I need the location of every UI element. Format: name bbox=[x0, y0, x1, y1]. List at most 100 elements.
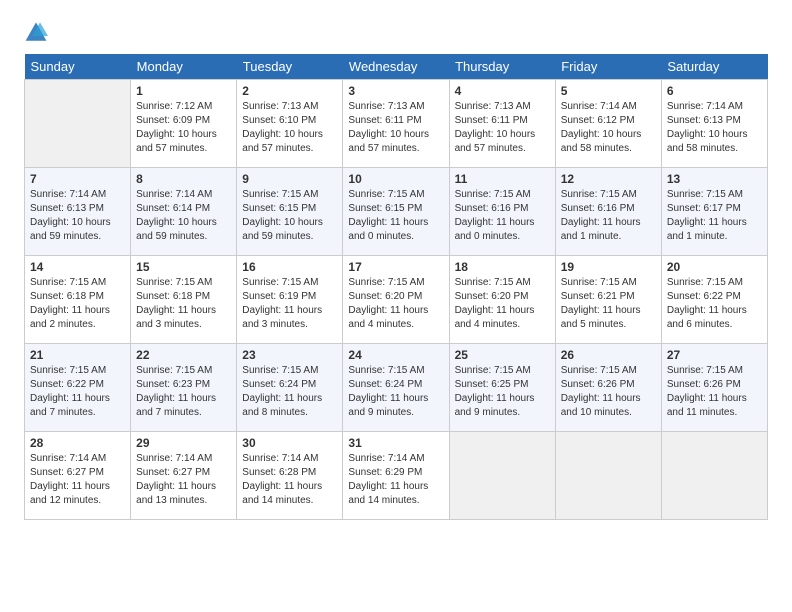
calendar-cell: 20 Sunrise: 7:15 AMSunset: 6:22 PMDayligh… bbox=[661, 256, 767, 344]
calendar-week-row: 28 Sunrise: 7:14 AMSunset: 6:27 PMDayligh… bbox=[25, 432, 768, 520]
calendar-cell: 21 Sunrise: 7:15 AMSunset: 6:22 PMDayligh… bbox=[25, 344, 131, 432]
calendar-cell: 26 Sunrise: 7:15 AMSunset: 6:26 PMDayligh… bbox=[555, 344, 661, 432]
day-number: 26 bbox=[561, 348, 656, 362]
calendar-cell: 11 Sunrise: 7:15 AMSunset: 6:16 PMDayligh… bbox=[449, 168, 555, 256]
day-info: Sunrise: 7:14 AMSunset: 6:29 PMDaylight:… bbox=[348, 452, 443, 508]
calendar-table: SundayMondayTuesdayWednesdayThursdayFrid… bbox=[24, 54, 768, 520]
weekday-header: Tuesday bbox=[237, 54, 343, 80]
weekday-header: Sunday bbox=[25, 54, 131, 80]
day-number: 29 bbox=[136, 436, 231, 450]
calendar-cell: 18 Sunrise: 7:15 AMSunset: 6:20 PMDayligh… bbox=[449, 256, 555, 344]
day-number: 31 bbox=[348, 436, 443, 450]
weekday-header: Wednesday bbox=[343, 54, 449, 80]
calendar-cell: 10 Sunrise: 7:15 AMSunset: 6:15 PMDayligh… bbox=[343, 168, 449, 256]
day-number: 30 bbox=[242, 436, 337, 450]
logo bbox=[24, 20, 52, 44]
calendar-cell: 13Sunrise: 7:15 AMSunset: 6:17 PMDayligh… bbox=[661, 168, 767, 256]
calendar-cell: 9 Sunrise: 7:15 AMSunset: 6:15 PMDaylight… bbox=[237, 168, 343, 256]
day-info: Sunrise: 7:15 AMSunset: 6:24 PMDaylight:… bbox=[242, 364, 337, 420]
day-info: Sunrise: 7:15 AMSunset: 6:26 PMDaylight:… bbox=[561, 364, 656, 420]
day-number: 25 bbox=[455, 348, 550, 362]
day-number: 5 bbox=[561, 84, 656, 98]
calendar-cell: 6 Sunrise: 7:14 AMSunset: 6:13 PMDaylight… bbox=[661, 80, 767, 168]
day-number: 22 bbox=[136, 348, 231, 362]
calendar-body: 1 Sunrise: 7:12 AMSunset: 6:09 PMDaylight… bbox=[25, 80, 768, 520]
weekday-header: Friday bbox=[555, 54, 661, 80]
calendar-cell: 25 Sunrise: 7:15 AMSunset: 6:25 PMDayligh… bbox=[449, 344, 555, 432]
calendar-cell: 23 Sunrise: 7:15 AMSunset: 6:24 PMDayligh… bbox=[237, 344, 343, 432]
day-number: 19 bbox=[561, 260, 656, 274]
day-info: Sunrise: 7:15 AMSunset: 6:25 PMDaylight:… bbox=[455, 364, 550, 420]
calendar-cell: 7Sunrise: 7:14 AMSunset: 6:13 PMDaylight… bbox=[25, 168, 131, 256]
day-info: Sunrise: 7:14 AMSunset: 6:27 PMDaylight:… bbox=[30, 452, 125, 508]
calendar-cell: 30 Sunrise: 7:14 AMSunset: 6:28 PMDayligh… bbox=[237, 432, 343, 520]
day-info: Sunrise: 7:15 AMSunset: 6:20 PMDaylight:… bbox=[455, 276, 550, 332]
day-number: 2 bbox=[242, 84, 337, 98]
calendar-cell bbox=[449, 432, 555, 520]
calendar-cell: 5 Sunrise: 7:14 AMSunset: 6:12 PMDaylight… bbox=[555, 80, 661, 168]
calendar-cell: 16 Sunrise: 7:15 AMSunset: 6:19 PMDayligh… bbox=[237, 256, 343, 344]
calendar-cell: 17Sunrise: 7:15 AMSunset: 6:20 PMDayligh… bbox=[343, 256, 449, 344]
calendar-cell: 4Sunrise: 7:13 AMSunset: 6:11 PMDaylight… bbox=[449, 80, 555, 168]
calendar-cell: 3 Sunrise: 7:13 AMSunset: 6:11 PMDaylight… bbox=[343, 80, 449, 168]
calendar-cell bbox=[661, 432, 767, 520]
day-number: 14 bbox=[30, 260, 125, 274]
calendar-week-row: 1 Sunrise: 7:12 AMSunset: 6:09 PMDaylight… bbox=[25, 80, 768, 168]
calendar-cell: 19 Sunrise: 7:15 AMSunset: 6:21 PMDayligh… bbox=[555, 256, 661, 344]
calendar-cell: 31 Sunrise: 7:14 AMSunset: 6:29 PMDayligh… bbox=[343, 432, 449, 520]
day-number: 20 bbox=[667, 260, 762, 274]
day-number: 16 bbox=[242, 260, 337, 274]
day-number: 3 bbox=[348, 84, 443, 98]
day-info: Sunrise: 7:15 AMSunset: 6:15 PMDaylight:… bbox=[242, 188, 337, 244]
day-info: Sunrise: 7:15 AMSunset: 6:21 PMDaylight:… bbox=[561, 276, 656, 332]
day-info: Sunrise: 7:14 AMSunset: 6:28 PMDaylight:… bbox=[242, 452, 337, 508]
day-number: 18 bbox=[455, 260, 550, 274]
day-number: 12 bbox=[561, 172, 656, 186]
day-number: 7 bbox=[30, 172, 125, 186]
day-info: Sunrise: 7:15 AMSunset: 6:16 PMDaylight:… bbox=[455, 188, 550, 244]
calendar-cell: 14 Sunrise: 7:15 AMSunset: 6:18 PMDayligh… bbox=[25, 256, 131, 344]
page: SundayMondayTuesdayWednesdayThursdayFrid… bbox=[0, 0, 792, 536]
day-number: 11 bbox=[455, 172, 550, 186]
day-number: 13 bbox=[667, 172, 762, 186]
day-number: 6 bbox=[667, 84, 762, 98]
weekday-header: Saturday bbox=[661, 54, 767, 80]
calendar-cell: 27Sunrise: 7:15 AMSunset: 6:26 PMDayligh… bbox=[661, 344, 767, 432]
day-info: Sunrise: 7:15 AMSunset: 6:18 PMDaylight:… bbox=[30, 276, 125, 332]
calendar-cell: 15 Sunrise: 7:15 AMSunset: 6:18 PMDayligh… bbox=[131, 256, 237, 344]
logo-icon bbox=[24, 20, 48, 44]
day-number: 21 bbox=[30, 348, 125, 362]
calendar-cell: 8Sunrise: 7:14 AMSunset: 6:14 PMDaylight… bbox=[131, 168, 237, 256]
day-info: Sunrise: 7:15 AMSunset: 6:15 PMDaylight:… bbox=[348, 188, 443, 244]
day-info: Sunrise: 7:15 AMSunset: 6:18 PMDaylight:… bbox=[136, 276, 231, 332]
calendar-header-row: SundayMondayTuesdayWednesdayThursdayFrid… bbox=[25, 54, 768, 80]
day-info: Sunrise: 7:12 AMSunset: 6:09 PMDaylight:… bbox=[136, 100, 231, 156]
calendar-cell: 29Sunrise: 7:14 AMSunset: 6:27 PMDayligh… bbox=[131, 432, 237, 520]
calendar-cell: 28 Sunrise: 7:14 AMSunset: 6:27 PMDayligh… bbox=[25, 432, 131, 520]
calendar-cell: 24Sunrise: 7:15 AMSunset: 6:24 PMDayligh… bbox=[343, 344, 449, 432]
header bbox=[24, 20, 768, 44]
day-info: Sunrise: 7:15 AMSunset: 6:24 PMDaylight:… bbox=[348, 364, 443, 420]
calendar-week-row: 14 Sunrise: 7:15 AMSunset: 6:18 PMDayligh… bbox=[25, 256, 768, 344]
weekday-header: Monday bbox=[131, 54, 237, 80]
day-number: 28 bbox=[30, 436, 125, 450]
day-info: Sunrise: 7:15 AMSunset: 6:19 PMDaylight:… bbox=[242, 276, 337, 332]
day-info: Sunrise: 7:15 AMSunset: 6:22 PMDaylight:… bbox=[667, 276, 762, 332]
day-info: Sunrise: 7:14 AMSunset: 6:12 PMDaylight:… bbox=[561, 100, 656, 156]
calendar-cell bbox=[555, 432, 661, 520]
day-info: Sunrise: 7:13 AMSunset: 6:11 PMDaylight:… bbox=[348, 100, 443, 156]
day-info: Sunrise: 7:14 AMSunset: 6:13 PMDaylight:… bbox=[667, 100, 762, 156]
day-number: 10 bbox=[348, 172, 443, 186]
day-number: 27 bbox=[667, 348, 762, 362]
day-number: 1 bbox=[136, 84, 231, 98]
day-info: Sunrise: 7:15 AMSunset: 6:22 PMDaylight:… bbox=[30, 364, 125, 420]
calendar-cell: 1 Sunrise: 7:12 AMSunset: 6:09 PMDaylight… bbox=[131, 80, 237, 168]
day-number: 23 bbox=[242, 348, 337, 362]
day-info: Sunrise: 7:15 AMSunset: 6:20 PMDaylight:… bbox=[348, 276, 443, 332]
day-number: 15 bbox=[136, 260, 231, 274]
day-number: 9 bbox=[242, 172, 337, 186]
day-info: Sunrise: 7:14 AMSunset: 6:14 PMDaylight:… bbox=[136, 188, 231, 244]
calendar-cell: 12Sunrise: 7:15 AMSunset: 6:16 PMDayligh… bbox=[555, 168, 661, 256]
calendar-cell: 22Sunrise: 7:15 AMSunset: 6:23 PMDayligh… bbox=[131, 344, 237, 432]
calendar-cell: 2Sunrise: 7:13 AMSunset: 6:10 PMDaylight… bbox=[237, 80, 343, 168]
